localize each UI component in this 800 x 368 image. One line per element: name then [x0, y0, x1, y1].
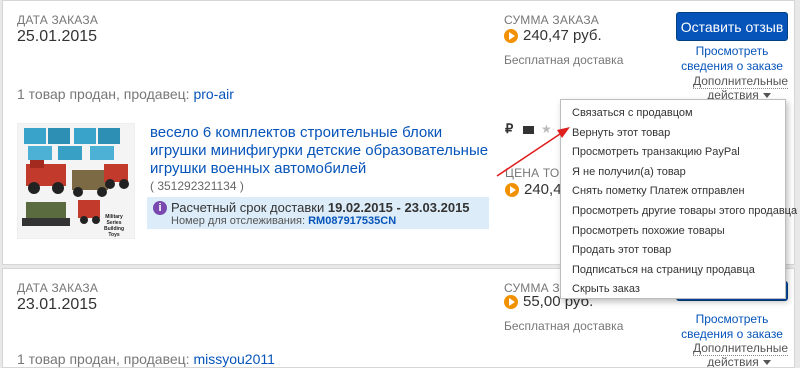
- annotation-arrow-icon: [496, 127, 570, 177]
